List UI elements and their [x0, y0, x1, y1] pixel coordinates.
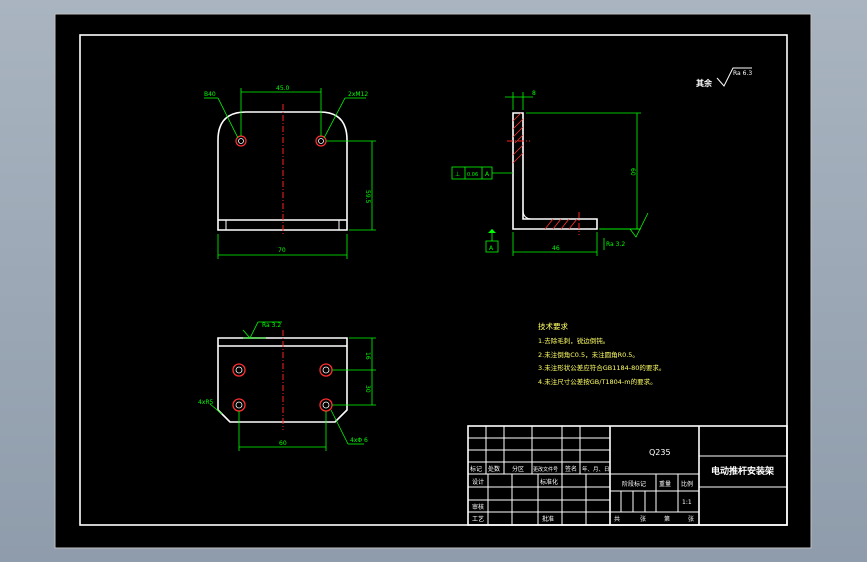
tolerance-symbol: ⊥	[455, 171, 460, 178]
bottom-label-left: 4xR5	[198, 399, 214, 406]
roughness-value: Ra 6.3	[733, 70, 752, 77]
side-dim-bottom: 46	[552, 245, 560, 252]
tb-header-2: 分区	[512, 465, 524, 473]
tb-process: 工艺	[472, 515, 484, 523]
tb-stage-mark: 阶段标记	[622, 480, 646, 488]
note-item-4: 4.未注尺寸公差按GB/T1804-m的要求。	[538, 377, 657, 386]
tb-sheet-total-unit: 张	[640, 515, 646, 523]
front-label-left: B40	[204, 91, 216, 98]
note-item-1: 1.去除毛刺，锐边倒钝。	[538, 336, 609, 345]
front-dim-right: 59.5	[364, 190, 371, 204]
notes-title: 技术要求	[538, 321, 568, 331]
tb-header-5: 年、月、日	[582, 465, 610, 473]
tb-part-name: 电动推杆安装架	[711, 465, 774, 477]
tb-standardization: 标准化	[540, 478, 558, 486]
side-dim-top: 8	[532, 90, 536, 97]
tb-designer: 设计	[472, 478, 484, 486]
side-dim-right: 60	[629, 168, 636, 176]
tb-checker: 审核	[472, 503, 484, 511]
tb-scale: 比例	[681, 480, 693, 488]
tb-header-1: 处数	[488, 465, 500, 473]
tb-sheet-no-unit: 张	[688, 515, 694, 523]
bottom-dim-right-1: 16	[364, 352, 371, 360]
tb-weight: 重量	[659, 480, 671, 488]
cad-drawing: 45.0 59.5 70 B40 2xM12 8 60 46 ⊥ 0.06 A …	[54, 13, 812, 549]
bottom-label-right: 4xΦ 6	[350, 437, 368, 444]
tb-header-0: 标记	[470, 465, 482, 473]
tb-header-3: 更改文件号	[533, 466, 558, 473]
bottom-dim-right-2: 30	[364, 385, 371, 393]
tolerance-value: 0.06	[467, 172, 478, 178]
app-window: 45.0 59.5 70 B40 2xM12 8 60 46 ⊥ 0.06 A …	[0, 0, 867, 562]
tb-sheet-no: 第	[664, 515, 670, 523]
tb-sheet-total: 共	[614, 515, 620, 523]
tb-scale-value: 1:1	[682, 499, 692, 506]
side-roughness: Ra 3.2	[606, 241, 625, 248]
drawing-sheet	[54, 13, 812, 549]
bottom-roughness: Ra 3.2	[262, 322, 281, 329]
bottom-dim-bottom: 60	[279, 440, 287, 447]
tb-material: Q235	[649, 448, 671, 457]
front-dim-bottom: 70	[278, 247, 286, 254]
tb-header-4: 签名	[565, 465, 577, 473]
note-item-3: 3.未注形状公差应符合GB1184-80的要求。	[538, 363, 665, 372]
roughness-prefix: 其余	[696, 78, 713, 88]
tb-approve: 批准	[542, 515, 554, 523]
front-label-right: 2xM12	[348, 91, 368, 98]
front-dim-top: 45.0	[276, 85, 290, 92]
note-item-2: 2.未注倒角C0.5，未注圆角R0.5。	[538, 350, 639, 359]
